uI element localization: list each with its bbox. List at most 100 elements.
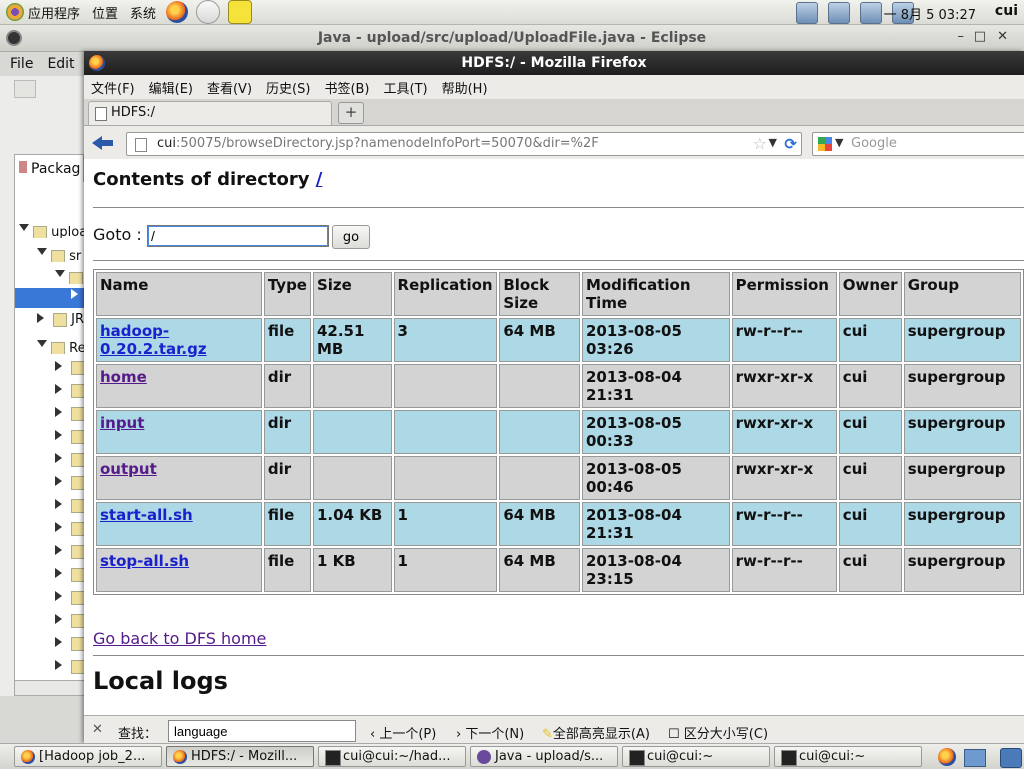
file-link[interactable]: input <box>100 414 144 432</box>
taskbar-item[interactable]: cui@cui:~/had... <box>318 746 466 767</box>
find-input[interactable] <box>168 720 356 742</box>
page-icon <box>135 138 147 152</box>
divider <box>93 207 1024 208</box>
expand-icon <box>19 224 29 236</box>
jar-icon <box>71 521 85 536</box>
tab-hdfs[interactable]: HDFS:/ <box>88 101 332 125</box>
cell-owner: cui <box>838 364 902 408</box>
menu-tools[interactable]: 工具(T) <box>384 78 428 97</box>
search-engine-dropdown-icon[interactable]: ▼ <box>835 136 843 149</box>
gnome-foot-icon <box>6 3 24 21</box>
menu-history[interactable]: 历史(S) <box>266 78 310 97</box>
display-icon[interactable] <box>860 2 882 24</box>
goto-form: Goto : go <box>93 225 370 249</box>
clock[interactable]: 一 8月 5 03:27 <box>884 4 976 23</box>
network-icon[interactable] <box>796 2 818 24</box>
taskbar-item[interactable]: [Hadoop job_2... <box>14 746 162 767</box>
cell-replication: 3 <box>393 318 498 362</box>
cell-group: supergroup <box>903 318 1021 362</box>
tab-package-explorer[interactable]: Packag <box>14 154 84 182</box>
file-link[interactable]: home <box>100 368 147 386</box>
expand-icon <box>55 270 65 282</box>
close-button[interactable]: ✕ <box>997 29 1008 44</box>
notes-launcher-icon[interactable] <box>228 0 253 24</box>
taskbar-item[interactable]: Java - upload/s... <box>470 746 618 767</box>
reload-icon[interactable]: ⟳ <box>784 135 797 153</box>
back-to-dfs-home-link[interactable]: Go back to DFS home <box>93 629 266 648</box>
file-link[interactable]: output <box>100 460 157 478</box>
menu-view[interactable]: 查看(V) <box>207 78 252 97</box>
bookmark-star-icon[interactable]: ☆ <box>753 134 767 153</box>
firefox-titlebar[interactable]: HDFS:/ - Mozilla Firefox <box>84 51 1024 75</box>
url-bar[interactable]: cui:50075/browseDirectory.jsp?namenodeIn… <box>126 132 802 156</box>
firefox-launcher-icon[interactable] <box>166 1 189 23</box>
cell-type: dir <box>263 364 311 408</box>
table-row: stop-all.sh file 1 KB 1 64 MB 2013-08-04 23:1… <box>96 548 1021 592</box>
highlight-all-button[interactable]: ✎全部高亮显示(A) <box>542 723 650 742</box>
menu-edit[interactable]: 编辑(E) <box>149 78 193 97</box>
cell-name: start-all.sh <box>96 502 262 546</box>
back-arrow-icon[interactable] <box>92 133 114 153</box>
expand-icon <box>55 614 67 624</box>
new-icon[interactable] <box>14 80 36 98</box>
taskbar-item[interactable]: cui@cui:~ <box>774 746 922 767</box>
mail-launcher-icon[interactable] <box>196 0 221 24</box>
taskbar-item[interactable]: cui@cui:~ <box>622 746 770 767</box>
search-placeholder: Google <box>851 136 897 151</box>
jar-icon <box>71 360 85 375</box>
expand-icon <box>55 453 67 463</box>
go-button[interactable]: go <box>332 225 370 249</box>
cell-replication: 1 <box>393 548 498 592</box>
root-dir-link[interactable]: / <box>316 169 323 190</box>
jar-icon <box>71 429 85 444</box>
horizontal-scrollbar[interactable] <box>14 680 86 696</box>
file-link[interactable]: start-all.sh <box>100 506 193 524</box>
find-label: 查找： <box>118 727 158 742</box>
goto-label: Goto : <box>93 225 142 244</box>
cell-block: 64 MB <box>499 502 580 546</box>
menu-help[interactable]: 帮助(H) <box>442 78 488 97</box>
divider <box>93 655 1024 656</box>
applications-menu[interactable]: 应用程序 <box>0 0 86 24</box>
new-tab-button[interactable]: + <box>338 102 364 124</box>
firefox-quick-launch-icon[interactable] <box>938 748 956 766</box>
cell-group: supergroup <box>903 548 1021 592</box>
google-icon <box>818 137 832 151</box>
divider <box>93 260 1024 261</box>
match-case-checkbox[interactable]: ☐ 区分大小写(C) <box>668 723 768 742</box>
minimize-button[interactable]: – <box>958 29 965 44</box>
jar-icon <box>71 475 85 490</box>
search-bar[interactable]: ▼ Google <box>812 132 1024 156</box>
places-menu[interactable]: 位置 <box>86 0 124 24</box>
expand-icon <box>55 499 67 509</box>
maximize-button[interactable]: □ <box>974 29 986 44</box>
highlight-icon: ✎ <box>542 727 553 742</box>
taskbar-item[interactable]: HDFS:/ - Mozill... <box>166 746 314 767</box>
menu-file[interactable]: File <box>10 56 33 72</box>
eclipse-titlebar[interactable]: Java - upload/src/upload/UploadFile.java… <box>0 25 1024 52</box>
system-menu[interactable]: 系统 <box>124 0 162 24</box>
find-previous-button[interactable]: ‹ 上一个(P) <box>370 723 436 742</box>
find-next-button[interactable]: › 下一个(N) <box>456 723 524 742</box>
menu-file[interactable]: 文件(F) <box>91 78 135 97</box>
expand-icon <box>55 430 67 440</box>
menu-edit[interactable]: Edit <box>47 56 74 72</box>
jar-icon <box>71 613 85 628</box>
file-manager-icon[interactable] <box>964 749 986 767</box>
cell-type: dir <box>263 410 311 454</box>
file-link[interactable]: stop-all.sh <box>100 552 189 570</box>
menu-bookmarks[interactable]: 书签(B) <box>324 78 369 97</box>
workspace-switcher-icon[interactable] <box>1000 748 1022 768</box>
close-findbar-icon[interactable]: ✕ <box>92 722 103 737</box>
firefox-menubar: 文件(F) 编辑(E) 查看(V) 历史(S) 书签(B) 工具(T) 帮助(H… <box>84 75 1024 99</box>
jar-icon <box>71 498 85 513</box>
goto-input[interactable] <box>147 225 329 247</box>
user-menu[interactable]: cui <box>995 3 1018 19</box>
taskbar-item-label: cui@cui:~ <box>799 749 866 764</box>
col-size: Size <box>312 272 392 316</box>
directory-table: Name Type Size Replication Block Size Mo… <box>93 269 1024 595</box>
file-link[interactable]: hadoop-0.20.2.tar.gz <box>100 322 207 358</box>
volume-icon[interactable] <box>828 2 850 24</box>
history-dropdown-icon[interactable]: ▼ <box>769 136 777 149</box>
cell-group: supergroup <box>903 456 1021 500</box>
